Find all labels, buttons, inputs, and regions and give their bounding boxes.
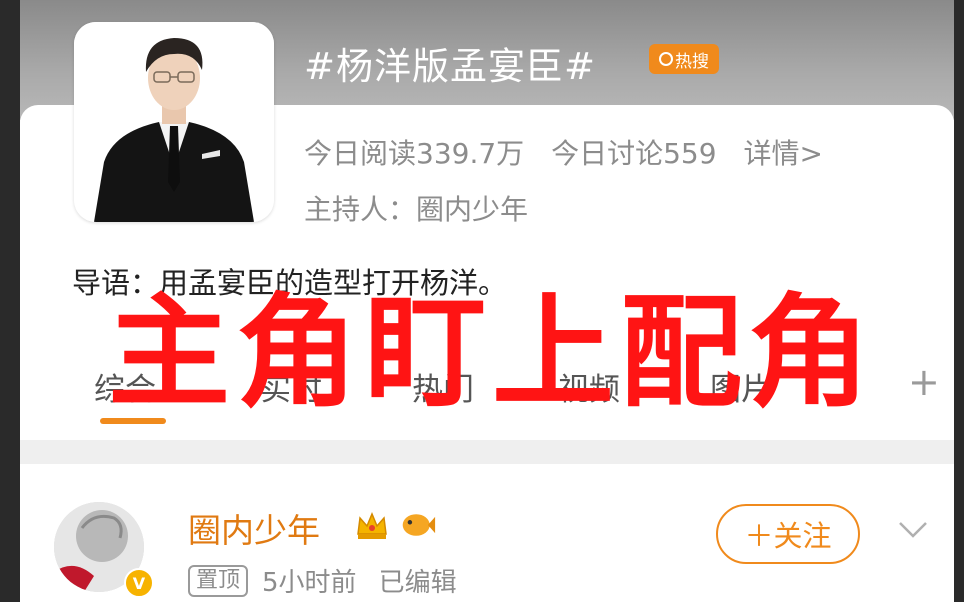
verified-icon: V — [124, 568, 154, 598]
fish-icon — [402, 514, 436, 536]
details-link[interactable]: 详情> — [743, 137, 822, 170]
crown-icon — [357, 512, 387, 539]
topic-host[interactable]: 主持人：圈内少年 — [304, 188, 528, 228]
post-time: 5小时前 — [262, 568, 357, 598]
topic-cover-image — [74, 22, 274, 222]
author-name[interactable]: 圈内少年 — [188, 504, 320, 552]
person-portrait-image — [74, 22, 274, 222]
edited-label[interactable]: 已编辑 — [379, 562, 457, 599]
topic-stats: 今日阅读339.7万 今日讨论559 详情> — [304, 132, 841, 172]
hot-search-badge[interactable]: 热搜 — [649, 44, 719, 74]
chevron-down-icon[interactable] — [896, 512, 930, 546]
video-caption-overlay: 主角盯上配角 — [108, 282, 876, 424]
plus-icon[interactable]: + — [908, 360, 940, 404]
follow-button[interactable]: ＋关注 — [716, 504, 860, 564]
post-meta: 置顶 5小时前 已编辑 — [188, 562, 457, 599]
flame-icon — [659, 52, 673, 66]
section-divider — [20, 440, 954, 464]
read-count: 今日阅读339.7万 — [304, 137, 525, 170]
phone-screen: #杨洋版孟宴臣# 热搜 今日阅读339.7万 今日讨论559 详情> 主持人：圈… — [20, 0, 954, 602]
post-card: V 圈内少年 置顶 5小时前 已编辑 ＋关注 — [20, 464, 954, 602]
hot-badge-label: 热搜 — [675, 51, 709, 72]
topic-title: #杨洋版孟宴臣# — [304, 45, 597, 88]
pinned-tag: 置顶 — [188, 564, 249, 597]
discussion-count: 今日讨论559 — [551, 137, 717, 170]
